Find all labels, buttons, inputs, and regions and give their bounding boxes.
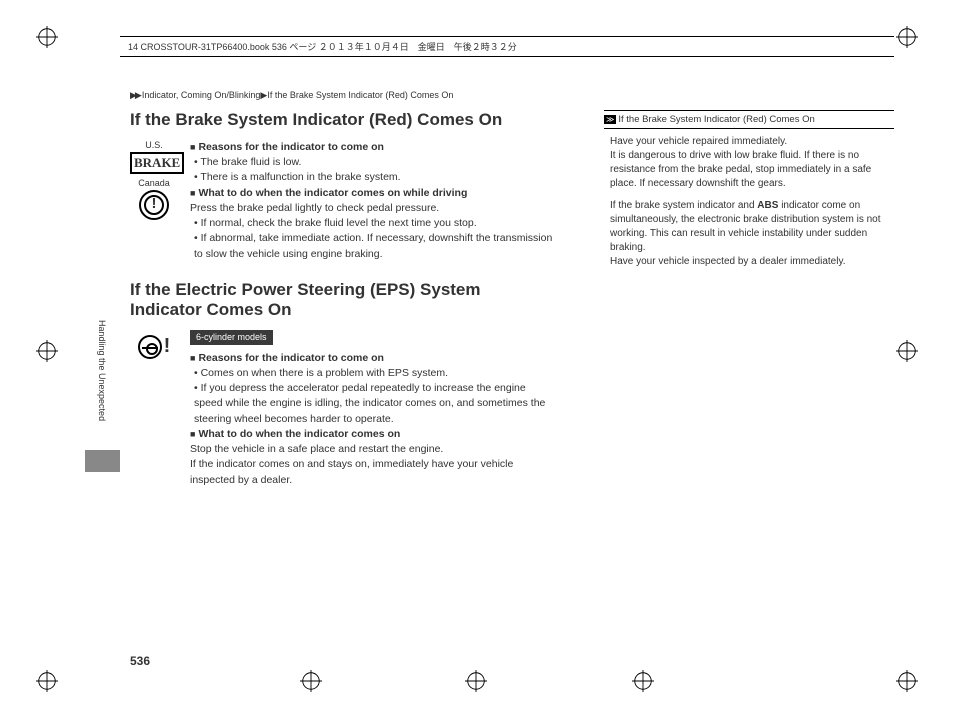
crop-mark-icon [896,340,918,362]
eps-icon-column: ! [130,330,178,364]
crop-mark-icon [36,670,58,692]
subheading: ■Reasons for the indicator to come on [190,140,555,155]
page-number: 536 [130,654,150,668]
body-text: Press the brake pedal lightly to check p… [190,201,555,216]
body-text: If you depress the accelerator pedal rep… [194,381,555,427]
side-tab-label: Handling the Unexpected [97,320,107,421]
subheading: ■Reasons for the indicator to come on [190,351,555,366]
body-text: If abnormal, take immediate action. If n… [194,231,555,261]
model-badge: 6-cylinder models [190,330,273,345]
breadcrumb-sub: If the Brake System Indicator (Red) Come… [267,90,453,100]
body-text: If the indicator comes on and stays on, … [190,457,555,487]
eps-indicator-icon: ! [136,332,172,362]
crop-mark-icon [300,670,322,692]
section-title-eps: If the Electric Power Steering (EPS) Sys… [130,280,555,320]
brake-canada-icon [139,190,169,220]
side-tab-marker [85,450,120,472]
subheading: ■What to do when the indicator comes on … [190,186,555,201]
crop-mark-icon [896,670,918,692]
body-text: If normal, check the brake fluid level t… [194,216,555,231]
canada-label: Canada [130,178,178,188]
crop-mark-icon [465,670,487,692]
body-text: Comes on when there is a problem with EP… [194,366,555,381]
side-arrow-icon: ≫ [604,115,616,124]
side-note: ≫If the Brake System Indicator (Red) Com… [604,110,894,277]
breadcrumb-section: Indicator, Coming On/Blinking [142,90,261,100]
crop-mark-icon [896,26,918,48]
brake-icon-column: U.S. BRAKE Canada [130,140,178,222]
crop-mark-icon [36,26,58,48]
side-note-title: ≫If the Brake System Indicator (Red) Com… [604,110,894,129]
brake-indicator-icon: BRAKE [130,152,184,174]
crop-mark-icon [632,670,654,692]
crop-mark-icon [36,340,58,362]
body-text: The brake fluid is low. [194,155,555,170]
side-text: It is dangerous to drive with low brake … [610,150,871,189]
breadcrumb-arrow-icon: ▶ [260,90,265,100]
subheading: ■What to do when the indicator comes on [190,427,555,442]
header-file-info: 14 CROSSTOUR-31TP66400.book 536 ページ ２０１３… [120,36,894,57]
body-text: Stop the vehicle in a safe place and res… [190,442,555,457]
breadcrumb: ▶▶Indicator, Coming On/Blinking▶If the B… [130,90,453,101]
breadcrumb-arrow-icon: ▶▶ [130,90,140,100]
side-text: If the brake system indicator and ABS in… [604,199,894,277]
body-text: There is a malfunction in the brake syst… [194,170,555,185]
section-title-brake: If the Brake System Indicator (Red) Come… [130,110,555,130]
us-label: U.S. [130,140,178,150]
side-text: Have your vehicle repaired immediately. [610,136,787,147]
